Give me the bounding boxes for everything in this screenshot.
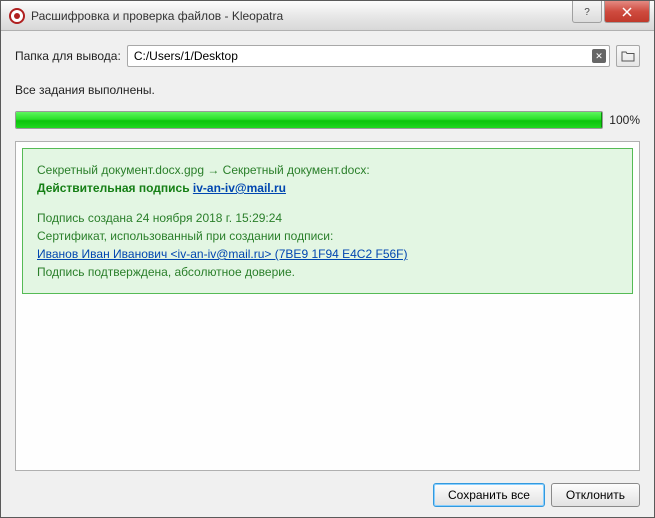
- dialog-buttons: Сохранить все Отклонить: [15, 471, 640, 507]
- titlebar: Расшифровка и проверка файлов - Kleopatr…: [1, 1, 654, 31]
- app-icon: [9, 8, 25, 24]
- valid-signature-prefix: Действительная подпись: [37, 181, 193, 195]
- results-panel: Секретный документ.docx.gpg → Секретный …: [15, 141, 640, 471]
- output-folder-row: Папка для вывода: ✕: [15, 45, 640, 67]
- cert-line: Иванов Иван Иванович <iv-an-iv@mail.ru> …: [37, 245, 618, 263]
- svg-text:?: ?: [584, 7, 590, 17]
- reject-button[interactable]: Отклонить: [551, 483, 640, 507]
- output-folder-label: Папка для вывода:: [15, 49, 121, 63]
- signature-created-line: Подпись создана 24 ноября 2018 г. 15:29:…: [37, 209, 618, 227]
- status-text: Все задания выполнены.: [15, 83, 640, 97]
- cert-prefix-line: Сертификат, использованный при создании …: [37, 227, 618, 245]
- result-filename-line: Секретный документ.docx.gpg → Секретный …: [37, 161, 618, 179]
- window-title: Расшифровка и проверка файлов - Kleopatr…: [31, 9, 572, 23]
- result-card: Секретный документ.docx.gpg → Секретный …: [22, 148, 633, 294]
- result-details: Подпись создана 24 ноября 2018 г. 15:29:…: [37, 209, 618, 281]
- output-folder-input[interactable]: [127, 45, 610, 67]
- output-input-wrap: ✕: [127, 45, 610, 67]
- help-button[interactable]: ?: [572, 1, 602, 23]
- result-valid-signature: Действительная подпись iv-an-iv@mail.ru: [37, 179, 618, 197]
- progress-bar: [15, 111, 603, 129]
- save-all-button[interactable]: Сохранить все: [433, 483, 545, 507]
- folder-icon: [621, 50, 635, 62]
- trust-line: Подпись подтверждена, абсолютное доверие…: [37, 263, 618, 281]
- close-button[interactable]: [604, 1, 650, 23]
- signer-email-link[interactable]: iv-an-iv@mail.ru: [193, 181, 286, 195]
- progress-row: 100%: [15, 111, 640, 129]
- clear-input-icon[interactable]: ✕: [592, 49, 606, 63]
- browse-folder-button[interactable]: [616, 45, 640, 67]
- titlebar-buttons: ?: [572, 1, 654, 30]
- progress-percent: 100%: [609, 113, 640, 127]
- dialog-window: Расшифровка и проверка файлов - Kleopatr…: [0, 0, 655, 518]
- progress-fill: [16, 112, 602, 128]
- certificate-link[interactable]: Иванов Иван Иванович <iv-an-iv@mail.ru> …: [37, 247, 408, 261]
- content-area: Папка для вывода: ✕ Все задания выполнен…: [1, 31, 654, 517]
